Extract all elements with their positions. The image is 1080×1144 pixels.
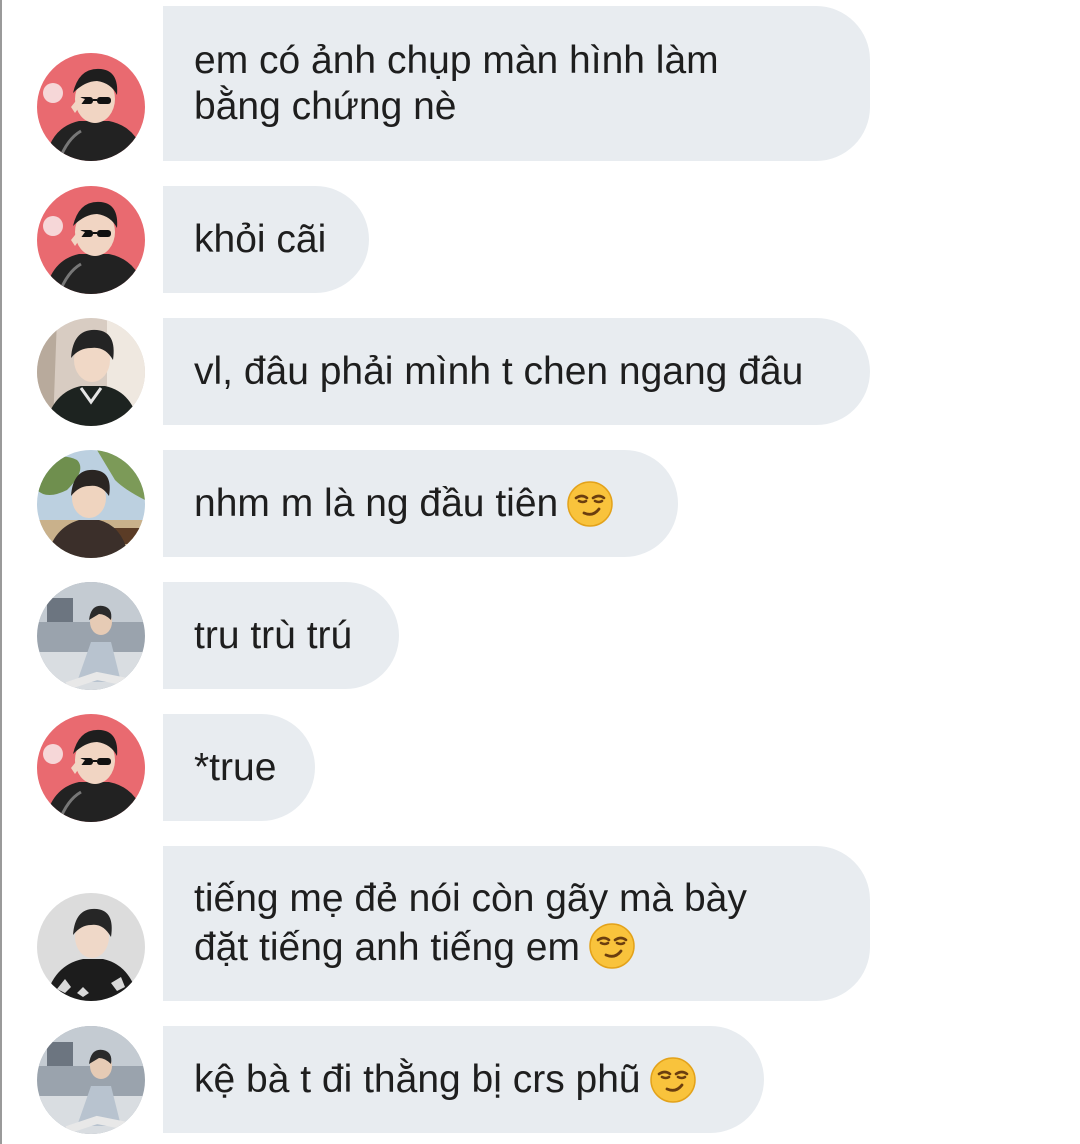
message-bubble[interactable]: *true bbox=[163, 714, 315, 821]
message-text-content: tiếng mẹ đẻ nói còn gãy mà bày đặt tiếng… bbox=[194, 877, 747, 969]
avatar[interactable] bbox=[37, 186, 145, 294]
avatar[interactable] bbox=[37, 318, 145, 426]
message-row: tiếng mẹ đẻ nói còn gãy mà bày đặt tiếng… bbox=[0, 846, 1080, 1001]
message-row: kệ bà t đi thằng bị crs phũ bbox=[0, 1026, 1080, 1133]
avatar[interactable] bbox=[37, 53, 145, 161]
avatar[interactable] bbox=[37, 450, 145, 558]
message-bubble[interactable]: vl, đâu phải mình t chen ngang đâu bbox=[163, 318, 870, 425]
message-text: khỏi cãi bbox=[194, 217, 327, 261]
avatar[interactable] bbox=[37, 893, 145, 1001]
message-text: kệ bà t đi thằng bị crs phũ bbox=[194, 1057, 641, 1101]
message-row: khỏi cãi bbox=[0, 186, 1080, 293]
message-row: *true bbox=[0, 714, 1080, 821]
message-row: em có ảnh chụp màn hình làm bằng chứng n… bbox=[0, 6, 1080, 161]
avatar[interactable] bbox=[37, 1026, 145, 1134]
message-row: nhm m là ng đầu tiên bbox=[0, 450, 1080, 557]
avatar[interactable] bbox=[37, 714, 145, 822]
message-text: tru trù trú bbox=[194, 613, 353, 657]
message-bubble[interactable]: nhm m là ng đầu tiên bbox=[163, 450, 678, 557]
message-text: *true bbox=[194, 745, 277, 789]
message-text: em có ảnh chụp màn hình làm bằng chứng n… bbox=[194, 38, 719, 128]
message-text: tiếng mẹ đẻ nói còn gãy mà bày đặt tiếng… bbox=[194, 876, 747, 971]
chat-thread[interactable]: em có ảnh chụp màn hình làm bằng chứng n… bbox=[0, 0, 1080, 1144]
message-bubble[interactable]: em có ảnh chụp màn hình làm bằng chứng n… bbox=[163, 6, 870, 161]
message-row: vl, đâu phải mình t chen ngang đâu bbox=[0, 318, 1080, 425]
smirking-face-emoji-icon bbox=[649, 1056, 697, 1104]
message-row: tru trù trú bbox=[0, 582, 1080, 689]
message-bubble[interactable]: kệ bà t đi thằng bị crs phũ bbox=[163, 1026, 764, 1133]
message-text: vl, đâu phải mình t chen ngang đâu bbox=[194, 349, 804, 393]
message-bubble[interactable]: tru trù trú bbox=[163, 582, 399, 689]
message-text: nhm m là ng đầu tiên bbox=[194, 481, 559, 525]
message-bubble[interactable]: khỏi cãi bbox=[163, 186, 369, 293]
smirking-face-emoji-icon bbox=[566, 480, 614, 528]
message-bubble[interactable]: tiếng mẹ đẻ nói còn gãy mà bày đặt tiếng… bbox=[163, 846, 870, 1001]
smirking-face-emoji-icon bbox=[588, 922, 636, 970]
avatar[interactable] bbox=[37, 582, 145, 690]
